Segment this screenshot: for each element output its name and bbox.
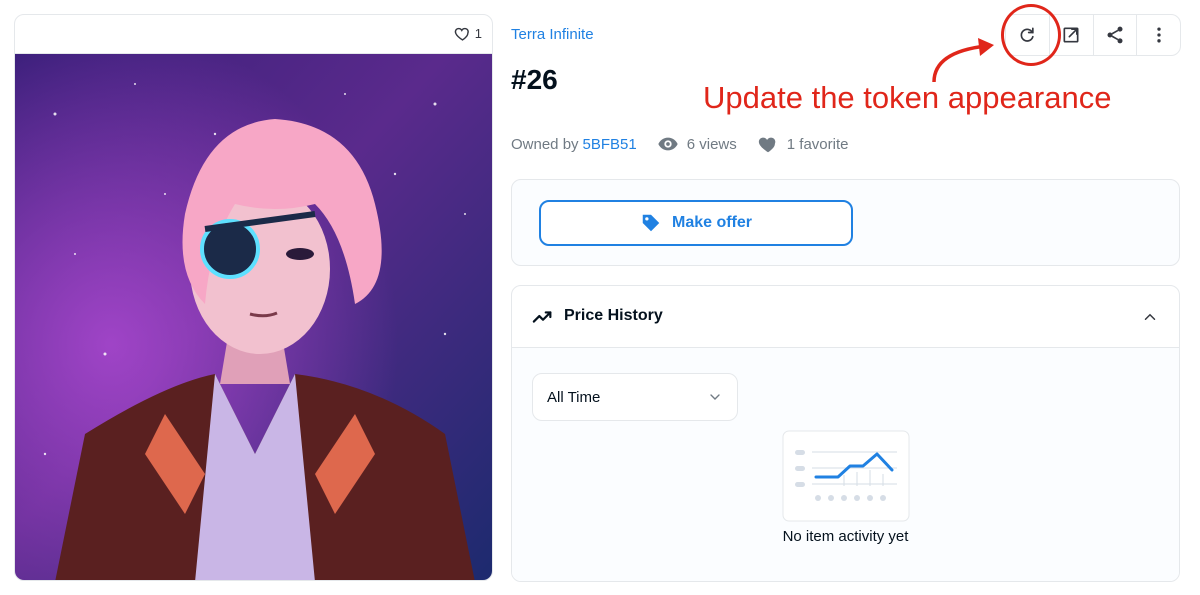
price-history-panel: Price History All Time No item activity … [511, 285, 1180, 582]
views-stat: 6 views [657, 133, 737, 155]
offer-panel: Make offer [511, 179, 1180, 266]
views-count: 6 views [686, 135, 737, 153]
nft-image-card: 1 [14, 14, 493, 581]
owned-by-label: Owned by [511, 135, 579, 153]
favorite-button[interactable]: 1 [454, 25, 482, 42]
make-offer-label: Make offer [671, 214, 753, 231]
nft-artwork[interactable] [15, 54, 493, 581]
favorites-count: 1 favorite [786, 135, 849, 153]
heart-outline-icon [454, 27, 469, 41]
time-range-value: All Time [547, 388, 601, 406]
annotation-text: Update the token appearance [703, 80, 1112, 115]
chevron-down-icon [710, 394, 720, 400]
heart-filled-icon [758, 137, 776, 153]
owner-stats-row: Owned by 5BFB51 6 views 1 favorite [511, 133, 848, 155]
empty-activity-text: No item activity yet [782, 528, 909, 545]
owner-link[interactable]: 5BFB51 [583, 136, 637, 153]
price-history-body: All Time No item activity yet [512, 348, 1179, 581]
time-range-select[interactable]: All Time [532, 373, 738, 421]
token-title: #26 [511, 64, 558, 95]
chevron-up-icon[interactable] [1141, 308, 1159, 326]
price-history-header[interactable]: Price History [512, 286, 1179, 348]
price-history-title: Price History [564, 307, 663, 324]
external-link-icon [1063, 27, 1079, 43]
more-options-button[interactable] [1137, 15, 1180, 55]
make-offer-button[interactable]: Make offer [539, 200, 853, 246]
empty-chart-illustration [782, 430, 910, 522]
favorite-count: 1 [474, 26, 482, 41]
collection-link[interactable]: Terra Infinite [511, 26, 594, 43]
trending-up-icon [532, 311, 552, 323]
share-button[interactable] [1094, 15, 1138, 55]
favorites-stat[interactable]: 1 favorite [757, 133, 849, 155]
more-vertical-icon [1156, 27, 1161, 43]
eye-icon [658, 137, 678, 151]
tag-icon [642, 214, 660, 232]
annotation-highlight-ring [1001, 4, 1061, 66]
share-icon [1107, 26, 1123, 44]
image-card-header: 1 [15, 15, 492, 54]
